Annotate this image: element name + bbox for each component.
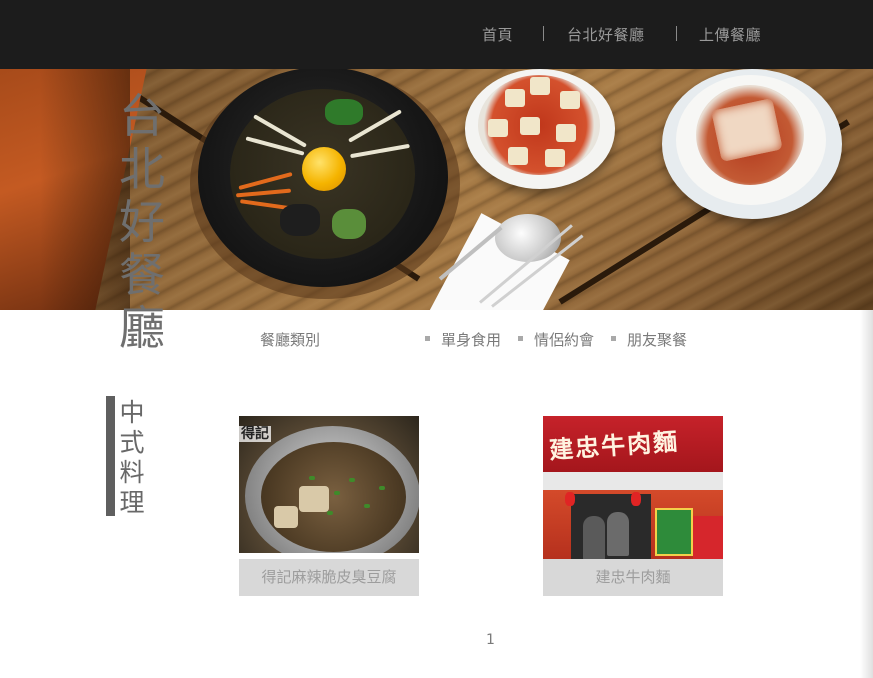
tofu-piece (274, 506, 298, 528)
herb (309, 476, 315, 480)
storefront-photo[interactable]: 建忠牛肉麵 (543, 416, 723, 559)
tofu-cube (508, 147, 528, 165)
person (583, 516, 605, 559)
hotpot-photo[interactable]: 得記 (239, 416, 419, 559)
site-title: 台 北 好 餐 廳 (113, 90, 171, 355)
tofu-cube (505, 89, 525, 107)
herb (349, 478, 355, 482)
hotpot-soup (261, 442, 406, 552)
menu-board (655, 508, 693, 556)
scroll-edge-shadow (860, 310, 873, 678)
person (607, 512, 629, 556)
herb (334, 491, 340, 495)
site-title-char: 台 (119, 89, 165, 143)
site-title-char: 廳 (119, 301, 165, 355)
cucumber (332, 209, 366, 239)
restaurant-name[interactable]: 建忠牛肉麵 (543, 559, 723, 596)
restaurant-card[interactable]: 得記 得記麻辣脆皮臭豆腐 (239, 416, 419, 596)
top-nav: 首頁 台北好餐廳 上傳餐廳 (0, 0, 873, 69)
menu-board (693, 516, 723, 559)
section-title-char: 料 (119, 458, 145, 487)
pagination-page-number[interactable]: 1 (486, 632, 495, 648)
category-tag-couple[interactable]: 情侶約會 (534, 329, 594, 350)
awning (543, 472, 723, 490)
bullet-icon (425, 336, 430, 341)
site-title-char: 北 (119, 142, 165, 196)
site-title-char: 餐 (119, 248, 165, 302)
category-tag-friends[interactable]: 朋友聚餐 (627, 329, 687, 350)
herb (327, 511, 333, 515)
restaurant-name[interactable]: 得記麻辣脆皮臭豆腐 (239, 559, 419, 596)
category-tag-single[interactable]: 單身食用 (441, 329, 501, 350)
herb (379, 486, 385, 490)
nav-separator (676, 26, 677, 41)
tofu-cube (530, 77, 550, 95)
nav-upload-restaurant-link[interactable]: 上傳餐廳 (699, 24, 761, 45)
bullet-icon (518, 336, 523, 341)
section-title-char: 式 (119, 428, 145, 457)
site-title-char: 好 (119, 195, 165, 249)
nav-taipei-restaurants-link[interactable]: 台北好餐廳 (567, 24, 645, 45)
tofu-piece (299, 486, 329, 512)
category-label: 餐廳類別 (260, 331, 321, 349)
nav-separator (543, 26, 544, 41)
greens (325, 99, 363, 125)
tofu-cube (556, 124, 576, 142)
restaurant-card[interactable]: 建忠牛肉麵 建忠牛肉麵 (543, 416, 723, 596)
egg-yolk (302, 147, 346, 191)
tofu-cube (488, 119, 508, 137)
tofu-cube (545, 149, 565, 167)
tofu-cube (520, 117, 540, 135)
tofu-cube (560, 91, 580, 109)
page: 首頁 台北好餐廳 上傳餐廳 台 北 好 餐 廳 餐廳類別 單身食用 情侶約會 朋… (0, 0, 873, 678)
section-title-char: 理 (119, 488, 145, 517)
lantern (631, 492, 641, 506)
section-title-char: 中 (119, 398, 145, 427)
herb (364, 504, 370, 508)
bullet-icon (611, 336, 616, 341)
photo-logo-text: 得記 (239, 426, 271, 442)
spoon (495, 214, 561, 262)
section-accent-bar (106, 396, 115, 516)
section-title: 中 式 料 理 (117, 398, 147, 518)
lantern (565, 492, 575, 506)
nav-home-link[interactable]: 首頁 (482, 24, 513, 45)
seaweed (280, 204, 320, 236)
